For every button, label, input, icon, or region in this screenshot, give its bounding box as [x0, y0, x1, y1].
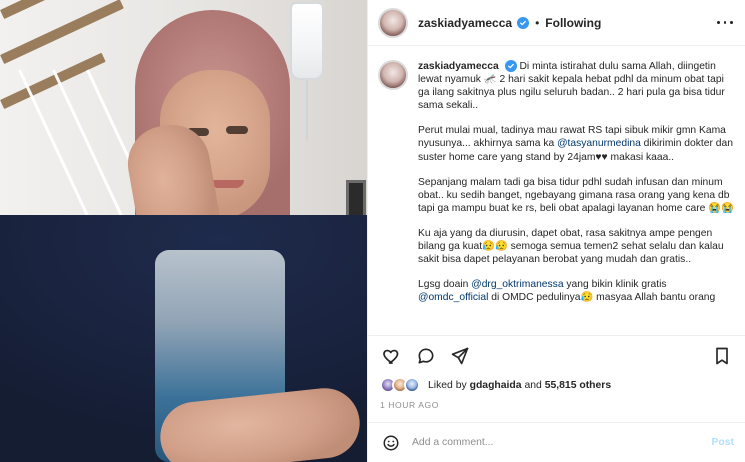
- caption-paragraph-text: di OMDC pedulinya😥 masyaa Allah bantu or…: [488, 292, 716, 304]
- likes-mid: and: [524, 379, 542, 391]
- caption-author-avatar[interactable]: [378, 60, 408, 90]
- caption-paragraph: Perut mulai mual, tadinya mau rawat RS t…: [418, 124, 734, 163]
- mention-link[interactable]: @drg_oktrimanessa: [471, 279, 563, 290]
- mention-link[interactable]: @omdc_official: [418, 292, 488, 303]
- caption-paragraph: Lgsg doain @drg_oktrimanessa yang bikin …: [418, 278, 734, 304]
- verified-badge-icon: [517, 16, 530, 29]
- caption-paragraph: zaskiadyamecca Di minta istirahat dulu s…: [418, 60, 734, 112]
- comment-bar: Post: [368, 422, 745, 462]
- caption-paragraph-text: Lgsg doain: [418, 279, 472, 291]
- caption-username[interactable]: zaskiadyamecca: [418, 61, 499, 72]
- caption-paragraph: Ku aja yang da diurusin, dapet obat, ras…: [418, 227, 734, 266]
- author-username[interactable]: zaskiadyamecca: [418, 16, 512, 30]
- bookmark-icon[interactable]: [710, 344, 734, 368]
- iv-bag: [290, 2, 324, 80]
- post-header: zaskiadyamecca • Following: [368, 0, 745, 46]
- send-icon[interactable]: [448, 344, 472, 368]
- likes-text: Liked by gdaghaida and 55,815 others: [428, 380, 611, 391]
- post-photo[interactable]: [0, 0, 367, 462]
- caption-paragraph-text: Ku aja yang da diurusin, dapet obat, ras…: [418, 227, 724, 266]
- caption-area: zaskiadyamecca Di minta istirahat dulu s…: [368, 46, 745, 335]
- liker-avatars: [380, 377, 422, 393]
- eye: [226, 126, 248, 134]
- likes-row: Liked by gdaghaida and 55,815 others: [380, 375, 611, 395]
- following-button[interactable]: Following: [545, 16, 601, 30]
- post-actions: [368, 335, 745, 375]
- likes-prefix: Liked by: [428, 379, 467, 391]
- author-avatar[interactable]: [378, 7, 408, 38]
- first-liker[interactable]: gdaghaida: [470, 380, 522, 391]
- mention-link[interactable]: @tasyanurmedina: [557, 138, 641, 149]
- post-sidebar: zaskiadyamecca • Following zaskiadyamecc…: [367, 0, 745, 462]
- comment-icon[interactable]: [414, 344, 438, 368]
- emoji-icon[interactable]: [380, 432, 402, 454]
- more-options-icon[interactable]: [715, 13, 735, 33]
- separator-dot: •: [535, 15, 540, 30]
- caption-paragraph: Sepanjang malam tadi ga bisa tidur pdhl …: [418, 176, 734, 215]
- caption-paragraph-text: yang bikin klinik gratis: [563, 279, 667, 291]
- caption-text: zaskiadyamecca Di minta istirahat dulu s…: [418, 60, 734, 304]
- heart-icon[interactable]: [380, 344, 404, 368]
- liker-avatar[interactable]: [404, 377, 420, 393]
- caption-row: zaskiadyamecca Di minta istirahat dulu s…: [378, 60, 734, 304]
- verified-badge-icon: [504, 60, 517, 72]
- post-timestamp[interactable]: 1 HOUR AGO: [380, 400, 439, 410]
- likes-count[interactable]: 55,815 others: [545, 380, 611, 391]
- comment-input[interactable]: [412, 437, 682, 448]
- iv-line: [306, 80, 308, 140]
- post-comment-button[interactable]: Post: [711, 437, 734, 448]
- mouth: [210, 180, 244, 188]
- caption-paragraph-text: Sepanjang malam tadi ga bisa tidur pdhl …: [418, 176, 734, 214]
